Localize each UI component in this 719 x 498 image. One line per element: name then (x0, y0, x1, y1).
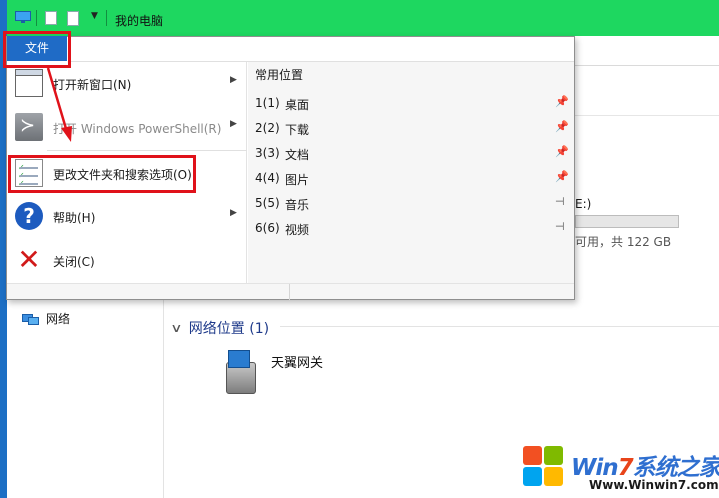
frequent-place-name: 音乐 (285, 198, 310, 212)
title-separator (36, 10, 37, 26)
frequent-place-name: 图片 (285, 173, 310, 187)
pin-icon[interactable]: 📌 (555, 145, 569, 158)
frequent-place-item[interactable]: 2(2) 下载 📌 (255, 119, 569, 139)
frequent-place-item[interactable]: 5(5) 音乐 ⊣ (255, 194, 567, 214)
group-title: 网络位置 (1) (188, 321, 270, 337)
menu-item-label: 打开新窗口(N) (53, 78, 132, 92)
frequent-place-number: 5(5) (255, 196, 280, 210)
watermark-logo: Win7系统之家 Www.Winwin7.com (521, 444, 719, 498)
frequent-place-item[interactable]: 3(3) 文档 📌 (255, 144, 569, 164)
group-divider (280, 326, 719, 327)
menu-divider (47, 150, 247, 151)
frequent-place-name: 桌面 (285, 98, 310, 112)
close-icon: ✕ (17, 243, 41, 276)
computer-icon (15, 11, 31, 23)
pin-icon[interactable]: 📌 (555, 120, 569, 133)
unpin-icon[interactable]: ⊣ (555, 220, 565, 233)
frequent-places-header: 常用位置 (255, 68, 304, 82)
file-menu-top-strip (68, 37, 574, 62)
frequent-place-name: 文档 (285, 148, 310, 162)
submenu-arrow-icon: ▶ (230, 208, 237, 218)
frequent-place-number: 2(2) (255, 121, 280, 135)
frequent-place-item[interactable]: 6(6) 视频 ⊣ (255, 219, 567, 239)
nav-item-network-label: 网络 (46, 312, 71, 326)
powershell-icon (15, 113, 43, 141)
frequent-place-number: 6(6) (255, 221, 280, 235)
drive-label: E:) (575, 197, 592, 211)
menu-item-close[interactable]: ✕ 关闭(C) (7, 240, 247, 280)
submenu-arrow-icon: ▶ (230, 119, 237, 129)
window-title: 我的电脑 (115, 14, 164, 28)
pin-icon[interactable]: 📌 (555, 170, 569, 183)
submenu-arrow-icon: ▶ (230, 75, 237, 85)
network-locations-group[interactable]: ∨ 网络位置 (1) (170, 318, 270, 338)
menu-item-label: 帮助(H) (53, 211, 96, 225)
help-icon: ? (15, 202, 43, 230)
network-device-label: 天翼网关 (271, 356, 324, 371)
file-menu-bottom-bar (7, 283, 574, 300)
title-separator (106, 10, 107, 26)
frequent-place-name: 下载 (285, 123, 310, 137)
drive-usage-bar (575, 215, 679, 228)
menu-item-label: 打开 Windows PowerShell(R) (53, 122, 222, 136)
frequent-place-number: 4(4) (255, 171, 280, 185)
quick-access-dropdown-icon[interactable]: ▼ (91, 11, 98, 21)
nav-item-network[interactable]: 网络 (22, 310, 70, 327)
router-icon (222, 350, 262, 394)
menu-item-label: 关闭(C) (53, 255, 95, 269)
menu-item-powershell[interactable]: 打开 Windows PowerShell(R) ▶ (7, 107, 247, 147)
watermark-brand: Win7系统之家 (571, 455, 719, 481)
frequent-place-number: 1(1) (255, 96, 280, 110)
menu-bottom-separator (289, 284, 290, 300)
annotation-box-folder-options (8, 155, 196, 193)
drive-free-space: 可用，共 122 GB (575, 235, 672, 249)
network-icon (22, 312, 40, 326)
properties-icon[interactable] (45, 11, 57, 25)
unpin-icon[interactable]: ⊣ (555, 195, 565, 208)
frequent-place-name: 视频 (285, 223, 310, 237)
menu-item-new-window[interactable]: 打开新窗口(N) ▶ (7, 63, 247, 103)
title-bar: ▼ 我的电脑 (7, 0, 719, 36)
annotation-box-file-tab (3, 31, 71, 68)
frequent-place-number: 3(3) (255, 146, 280, 160)
menu-item-help[interactable]: ? 帮助(H) ▶ (7, 196, 247, 236)
frequent-place-item[interactable]: 1(1) 桌面 📌 (255, 94, 569, 114)
new-folder-icon[interactable] (67, 11, 79, 26)
windows-logo-icon (523, 446, 565, 488)
frequent-place-item[interactable]: 4(4) 图片 📌 (255, 169, 569, 189)
frequent-places-panel: 常用位置 1(1) 桌面 📌 2(2) 下载 📌 3(3) 文档 📌 4(4) … (248, 62, 574, 283)
new-window-icon (15, 69, 43, 97)
watermark-url: Www.Winwin7.com (589, 478, 719, 492)
pin-icon[interactable]: 📌 (555, 95, 569, 108)
chevron-down-icon: ∨ (170, 321, 183, 335)
